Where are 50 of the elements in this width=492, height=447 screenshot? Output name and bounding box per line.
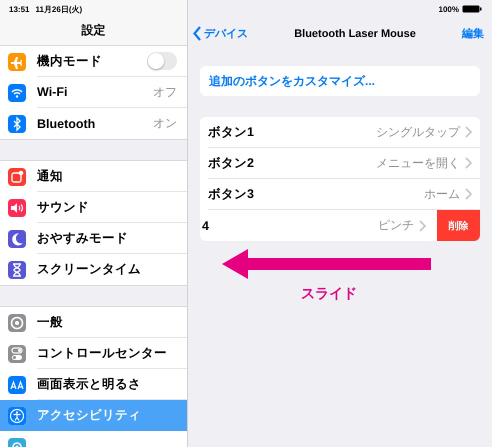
- button-action-value: メニューを開く: [376, 154, 460, 172]
- button-action-value: ホーム: [424, 186, 460, 202]
- item-value: オン: [153, 115, 177, 132]
- status-date: 11月26日(火): [35, 4, 82, 14]
- battery-level: 100%: [438, 4, 459, 14]
- item-label: アクセシビリティ: [37, 407, 141, 424]
- left-arrow-icon: [222, 249, 431, 279]
- settings-item[interactable]: おやすみモード: [0, 223, 187, 254]
- battery-icon: [462, 5, 482, 13]
- chevron-right-icon: [465, 188, 472, 200]
- chevron-right-icon: [419, 220, 426, 232]
- button-label: ボタン1: [208, 124, 254, 140]
- item-label: Wi-Fi: [37, 85, 68, 99]
- item-label: おやすみモード: [37, 230, 128, 246]
- chevron-right-icon: [465, 126, 472, 138]
- button-row[interactable]: ボタン1 シングルタップ: [208, 117, 480, 148]
- slide-caption: スライド: [301, 285, 357, 303]
- button-label: ボタン3: [208, 186, 254, 202]
- chevron-right-icon: [465, 157, 472, 169]
- settings-item[interactable]: サウンド: [0, 192, 187, 223]
- edit-button[interactable]: 編集: [462, 26, 484, 41]
- item-label: スクリーンタイム: [37, 261, 141, 278]
- chevron-left-icon: [193, 26, 202, 41]
- button-label: 4: [202, 218, 209, 232]
- settings-item[interactable]: 機内モード: [0, 46, 187, 77]
- settings-item[interactable]: スクリーンタイム: [0, 254, 187, 285]
- item-label: Bluetooth: [37, 116, 96, 130]
- item-label: 画面表示と明るさ: [37, 376, 141, 392]
- back-button[interactable]: デバイス: [193, 26, 248, 41]
- settings-item[interactable]: 一般: [0, 307, 187, 338]
- button-action-value: シングルタップ: [376, 124, 460, 140]
- settings-item[interactable]: コントロールセンター: [0, 338, 187, 369]
- button-label: ボタン2: [208, 154, 254, 172]
- customize-link[interactable]: 追加のボタンをカスタマイズ...: [200, 66, 480, 96]
- item-label: 通知: [37, 168, 63, 184]
- settings-item[interactable]: Bluetooth オン: [0, 108, 187, 139]
- item-label: 機内モード: [37, 52, 102, 70]
- item-label: コントロールセンター: [37, 344, 167, 362]
- item-label: 一般: [37, 314, 63, 330]
- settings-item[interactable]: 通知: [0, 161, 187, 192]
- delete-button[interactable]: 削除: [437, 210, 480, 241]
- item-label: サウンド: [37, 198, 89, 216]
- toggle-switch[interactable]: [147, 52, 177, 70]
- button-row[interactable]: ボタン2 メニューを開く: [208, 148, 480, 179]
- nav-title: Bluetooth Laser Mouse: [294, 28, 416, 40]
- status-time: 13:51: [9, 4, 30, 14]
- button-row[interactable]: 4 ピンチ: [202, 210, 437, 241]
- button-action-value: ピンチ: [378, 217, 414, 234]
- settings-item[interactable]: Wi-Fi オフ: [0, 77, 187, 108]
- item-value: オフ: [153, 84, 177, 100]
